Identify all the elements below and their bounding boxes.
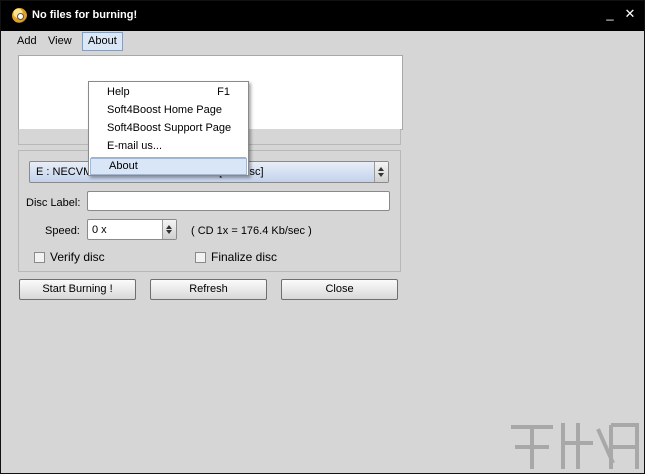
window-title: No files for burning! [32, 9, 138, 21]
menu-item-help[interactable]: Help F1 [89, 83, 248, 101]
menu-item-home-page[interactable]: Soft4Boost Home Page [89, 101, 248, 119]
app-window: No files for burning! _ ✕ Add View About… [0, 0, 645, 474]
app-icon [12, 8, 27, 23]
about-dropdown-menu: Help F1 Soft4Boost Home Page Soft4Boost … [88, 81, 249, 176]
arrow-up-icon [378, 167, 384, 171]
refresh-button[interactable]: Refresh [150, 279, 267, 300]
menu-item-email[interactable]: E-mail us... [89, 137, 248, 155]
menu-add[interactable]: Add [12, 32, 42, 51]
menu-item-help-label: Help [107, 86, 130, 98]
close-button[interactable]: Close [281, 279, 398, 300]
disc-label-input[interactable] [87, 191, 390, 211]
speed-spin-button[interactable] [162, 220, 176, 239]
arrow-down-icon [378, 173, 384, 177]
client-area: Add View About E : NECVMWar VMware IDE C… [6, 31, 639, 469]
speed-select-value: 0 x [92, 224, 107, 236]
speed-info: ( CD 1x = 176.4 Kb/sec ) [191, 225, 312, 237]
disc-label-label: Disc Label: [26, 197, 81, 209]
start-burning-button[interactable]: Start Burning ! [19, 279, 136, 300]
arrow-up-icon [166, 225, 172, 229]
finalize-disc-checkbox[interactable] [195, 252, 206, 263]
watermark-logo [511, 423, 639, 469]
finalize-disc-label[interactable]: Finalize disc [211, 250, 277, 264]
menu-about[interactable]: About [82, 32, 123, 51]
help-shortcut: F1 [217, 86, 230, 98]
menu-item-support-page[interactable]: Soft4Boost Support Page [89, 119, 248, 137]
minimize-button[interactable]: _ [602, 6, 618, 22]
speed-select[interactable]: 0 x [87, 219, 177, 240]
close-window-button[interactable]: ✕ [622, 6, 638, 22]
drive-spin-button[interactable] [374, 162, 388, 182]
menu-item-about[interactable]: About [90, 158, 247, 175]
speed-label: Speed: [45, 225, 80, 237]
menu-view[interactable]: View [43, 32, 77, 51]
verify-disc-label[interactable]: Verify disc [50, 250, 105, 264]
title-bar[interactable]: No files for burning! _ ✕ [1, 1, 644, 31]
arrow-down-icon [166, 230, 172, 234]
verify-disc-checkbox[interactable] [34, 252, 45, 263]
